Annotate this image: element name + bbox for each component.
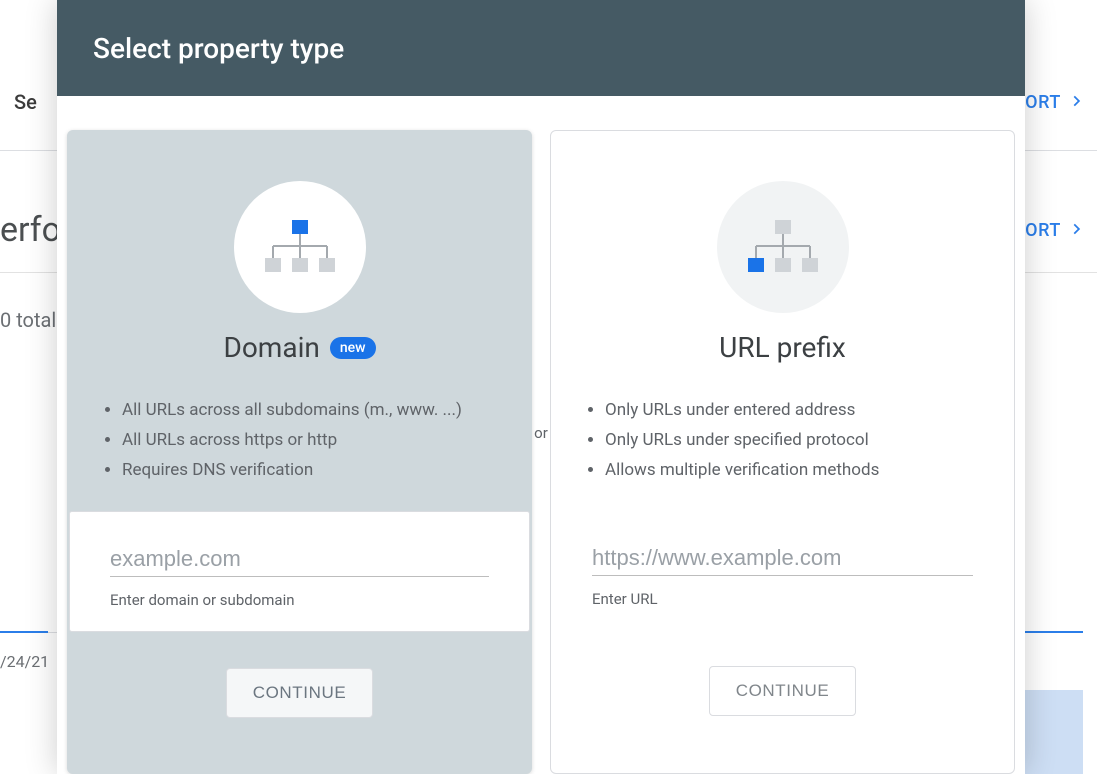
or-separator: or [534,424,548,442]
modal-body: or Domain new [57,96,1025,774]
url-cta-row: CONTINUE [709,630,857,716]
url-icon-circle [717,181,849,313]
property-card-domain[interactable]: Domain new All URLs across all subdomain… [67,130,532,774]
url-bullet: Only URLs under specified protocol [605,426,984,456]
modal-header: Select property type [57,0,1025,96]
domain-cta-row: CONTINUE [226,632,374,718]
url-heading-row: URL prefix [719,331,846,364]
new-badge: new [330,337,376,359]
url-continue-button[interactable]: CONTINUE [709,666,857,716]
property-card-url-prefix[interactable]: URL prefix Only URLs under entered addre… [550,130,1015,774]
domain-input[interactable] [110,542,489,577]
url-bullet: Allows multiple verification methods [605,456,984,486]
sitemap-domain-icon [265,220,335,274]
domain-continue-button[interactable]: CONTINUE [226,668,374,718]
url-input-helper: Enter URL [592,590,973,608]
domain-heading-row: Domain new [223,331,375,364]
url-input[interactable] [592,541,973,576]
domain-heading: Domain [223,331,319,364]
url-bullet: Only URLs under entered address [605,396,984,426]
domain-input-box: Enter domain or subdomain [69,511,530,632]
url-input-box: Enter URL [552,511,1013,630]
domain-bullet: Requires DNS verification [122,456,501,486]
domain-input-helper: Enter domain or subdomain [110,591,489,609]
sitemap-url-icon [748,220,818,274]
domain-icon-circle [234,181,366,313]
domain-bullet: All URLs across https or http [122,426,501,456]
url-bullet-list: Only URLs under entered address Only URL… [551,396,1014,485]
url-heading: URL prefix [719,331,846,364]
domain-bullet-list: All URLs across all subdomains (m., www.… [68,396,531,485]
domain-bullet: All URLs across all subdomains (m., www.… [122,396,501,426]
modal-title: Select property type [93,32,344,65]
select-property-modal: Select property type or Domain [57,0,1025,774]
